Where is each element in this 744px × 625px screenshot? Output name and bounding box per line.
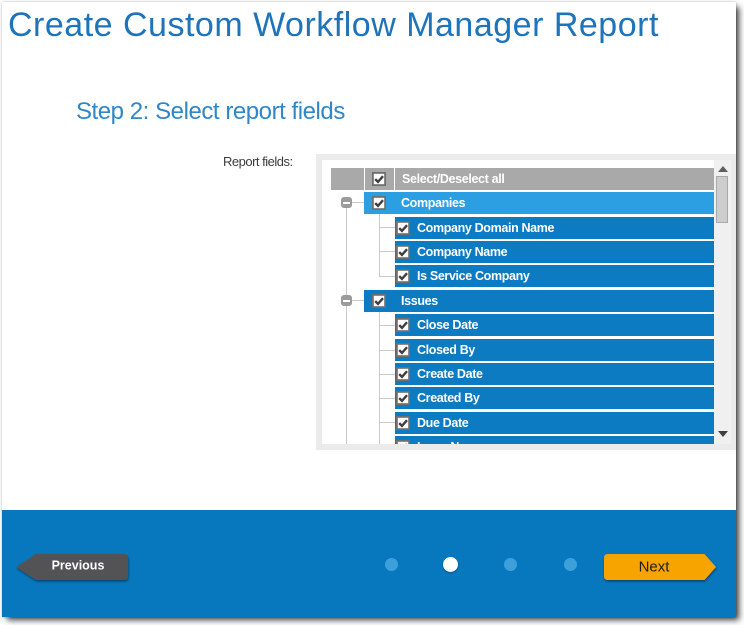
svg-text:Previous: Previous	[52, 559, 105, 573]
svg-text:Next: Next	[639, 559, 671, 576]
